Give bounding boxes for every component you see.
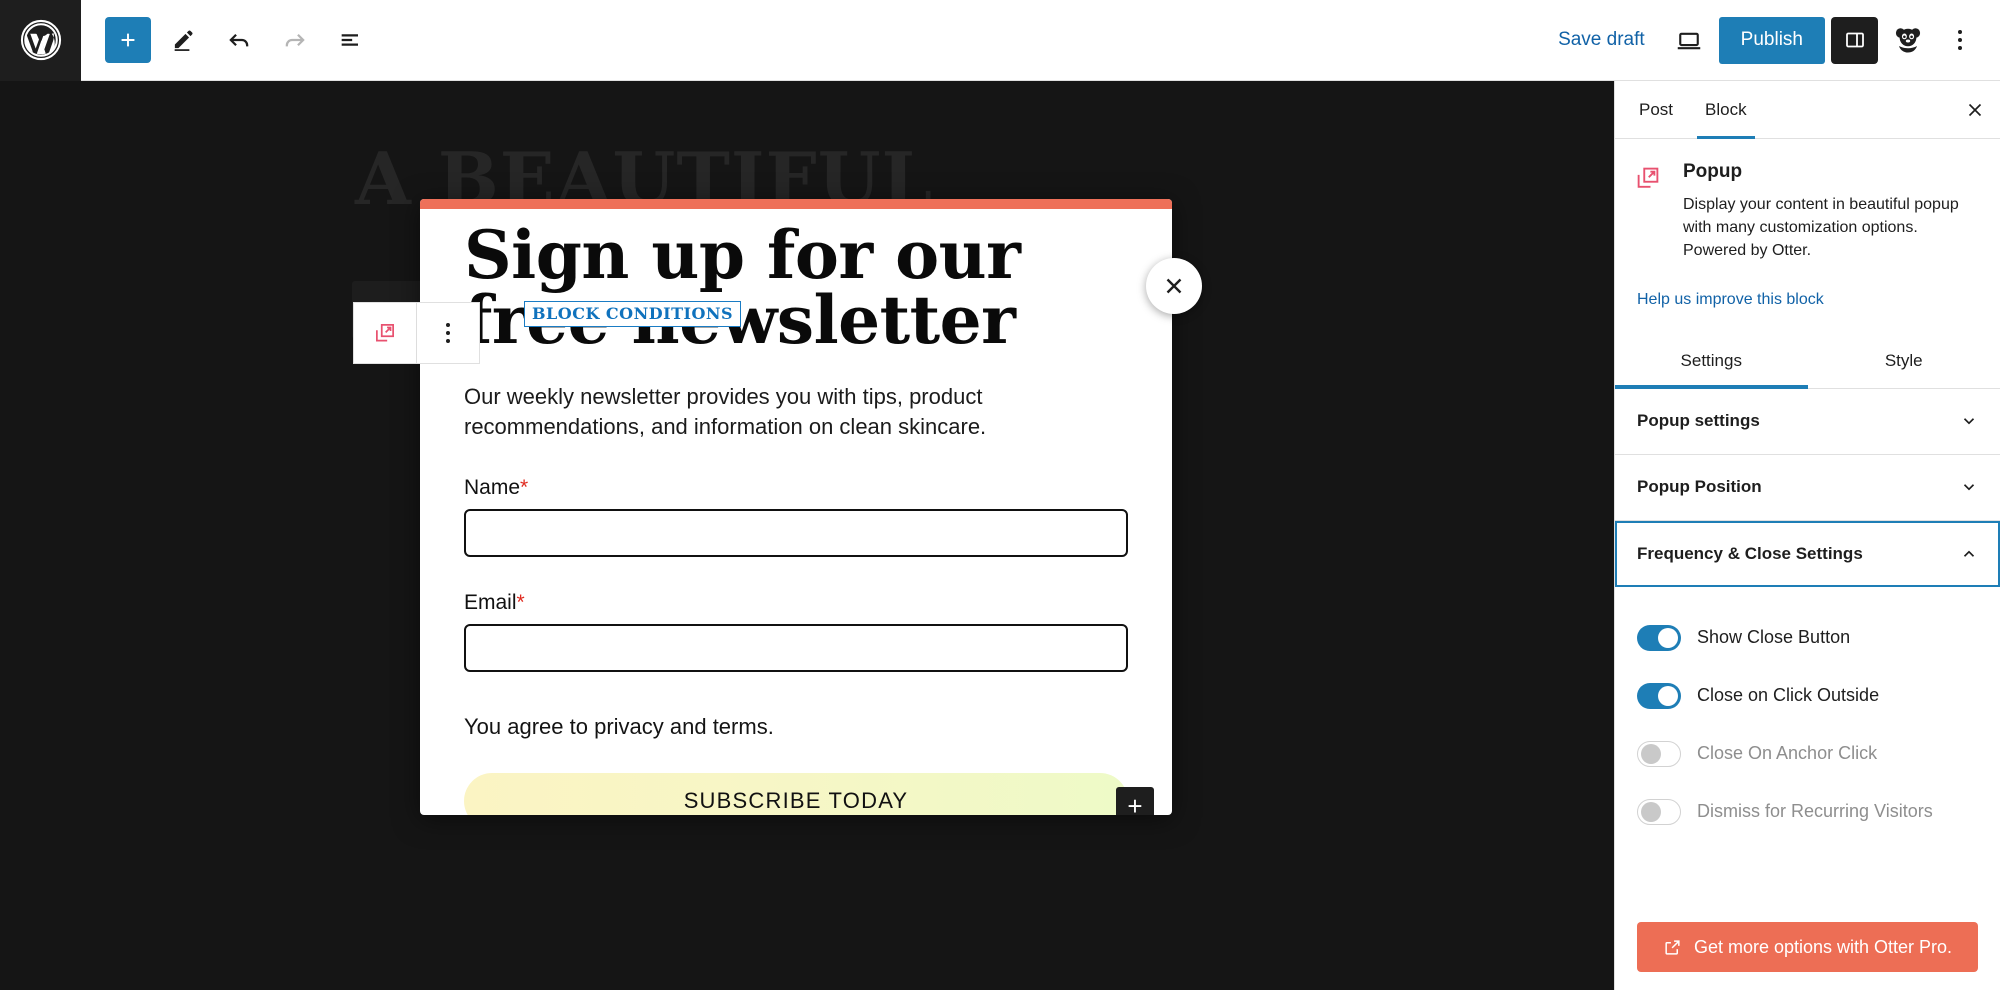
tab-block[interactable]: Block [1689,81,1763,139]
tab-style[interactable]: Style [1808,335,2000,388]
toggle-label-close-on-click-outside: Close on Click Outside [1697,685,1880,706]
external-link-icon [1665,939,1680,955]
popup-close-button[interactable] [1146,258,1202,314]
close-x-icon [1968,103,1982,116]
kebab-menu-icon [1958,30,1962,50]
block-info-text: Popup Display your content in beautiful … [1683,161,1978,263]
panel-popup-settings-label: Popup settings [1637,411,1760,431]
avatar[interactable] [1884,16,1932,64]
toggle-show-close-button[interactable] [1637,624,1681,651]
laptop-preview-icon [1677,32,1700,50]
privacy-agreement-text: You agree to privacy and terms. [464,713,774,739]
pencil-icon [174,30,193,51]
top-bar-right-tools: Save draft Publish [1544,16,2000,64]
popup-block-icon [376,324,394,342]
email-input[interactable] [464,623,1128,672]
add-block-button[interactable] [105,17,151,63]
document-outline-icon [341,34,358,46]
email-field-label: Email* [464,591,1128,615]
toggle-close-on-click-outside[interactable] [1637,682,1681,709]
redo-button[interactable] [271,16,319,64]
subscribe-button-wrap: SUBSCRIBE TODAY + [464,772,1154,815]
selected-block-toolbar[interactable] [353,302,480,364]
toggle-knob [1641,801,1661,822]
sidebar-tablist: Post Block [1615,81,2000,139]
block-conditions-badge[interactable]: BLOCK CONDITIONS [524,301,742,327]
chevron-down-icon [1963,418,1975,425]
name-field-label: Name* [464,476,1128,500]
name-required-marker: * [520,475,529,499]
otter-pro-upsell-button[interactable]: Get more options with Otter Pro. [1637,922,1978,972]
undo-button[interactable] [215,16,263,64]
more-options-button[interactable] [1938,16,1982,64]
wordpress-logo-icon[interactable] [0,0,81,81]
plus-icon [121,33,135,47]
block-description: Display your content in beautiful popup … [1683,196,1959,260]
redo-arrow-icon [285,33,305,47]
chevron-up-icon [1963,550,1975,557]
popup-content: Sign up for our free newsletter Our week… [420,199,1172,815]
name-input[interactable] [464,508,1128,557]
publish-button[interactable]: Publish [1718,16,1825,64]
sidebar-close-button[interactable] [1950,81,2000,138]
toggle-label-show-close-button: Show Close Button [1697,627,1851,648]
settings-style-tablist: Settings Style [1615,335,2000,389]
top-bar-left-tools [81,16,375,64]
settings-sidebar-toggle[interactable] [1831,16,1878,64]
toggle-dismiss-recurring-visitors[interactable] [1637,798,1681,825]
toggle-label-close-on-anchor-click: Close On Anchor Click [1697,743,1878,764]
toggle-knob [1658,627,1678,648]
popup-heading[interactable]: Sign up for our free newsletter [464,222,1128,353]
toggle-row-dismiss-recurring-visitors[interactable]: Dismiss for Recurring Visitors [1637,783,1978,841]
subscribe-button[interactable]: SUBSCRIBE TODAY [464,772,1128,815]
panel-popup-position-label: Popup Position [1637,477,1762,497]
close-x-icon [1166,278,1182,294]
popup-accent-bar [420,199,1172,209]
sidebar-panel-icon [1845,32,1864,48]
popup-description[interactable]: Our weekly newsletter provides you with … [464,382,1064,441]
tab-settings[interactable]: Settings [1615,335,1808,389]
save-draft-button[interactable]: Save draft [1544,21,1659,59]
toggle-row-close-on-click-outside[interactable]: Close on Click Outside [1637,667,1978,725]
popup-block-icon [1633,161,1667,263]
editor-top-bar: Save draft Publish [0,0,2000,81]
list-view-button[interactable] [327,16,375,64]
popup-preview-card[interactable]: Sign up for our free newsletter Our week… [420,199,1172,815]
frequency-close-toggle-list: Show Close Button Close on Click Outside… [1615,587,2000,841]
toggle-knob [1658,685,1678,706]
preview-button[interactable] [1665,16,1713,64]
email-label-text: Email [464,590,517,614]
panel-popup-settings[interactable]: Popup settings [1615,388,2000,455]
toggle-row-close-on-anchor-click[interactable]: Close On Anchor Click [1637,725,1978,783]
toggle-knob [1641,743,1661,764]
tab-post[interactable]: Post [1623,81,1689,138]
settings-sidebar: Post Block Popup Display your content in… [1614,81,2000,990]
panel-frequency-close-label: Frequency & Close Settings [1637,543,1863,563]
editor-canvas: A BEAUTIFUL Sign up for our free newslet… [0,81,1614,990]
toggle-row-show-close-button[interactable]: Show Close Button [1637,609,1978,667]
help-improve-link[interactable]: Help us improve this block [1615,291,2000,309]
otter-pro-label: Get more options with Otter Pro. [1693,936,1953,957]
block-type-button[interactable] [354,303,416,363]
panel-frequency-close-settings[interactable]: Frequency & Close Settings [1615,520,2000,587]
kebab-menu-icon [446,323,450,343]
block-more-options-button[interactable] [417,303,479,363]
undo-arrow-icon [229,33,249,47]
chevron-down-icon [1963,484,1975,491]
toggle-close-on-anchor-click[interactable] [1637,740,1681,767]
block-info-card: Popup Display your content in beautiful … [1615,139,2000,263]
panda-avatar-icon [1895,28,1921,53]
name-label-text: Name [464,475,521,499]
toggle-label-dismiss-recurring-visitors: Dismiss for Recurring Visitors [1697,801,1933,822]
inline-block-appender[interactable]: + [1116,786,1154,815]
block-title: Popup [1683,161,1743,182]
tools-mode-button[interactable] [159,16,207,64]
email-required-marker: * [516,590,525,614]
panel-popup-position[interactable]: Popup Position [1615,454,2000,521]
